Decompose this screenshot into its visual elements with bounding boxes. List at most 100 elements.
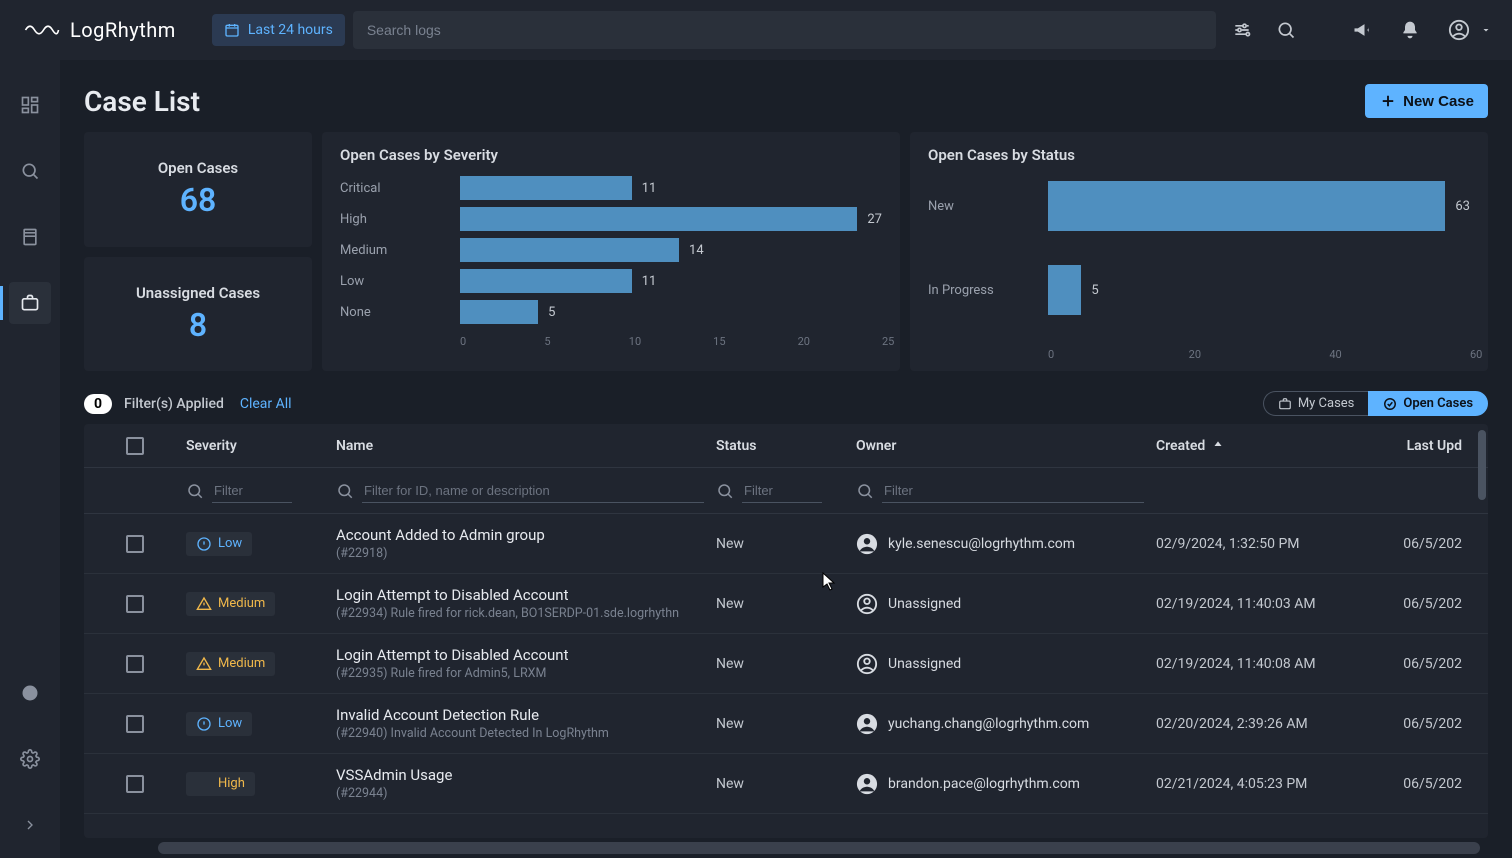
row-checkbox[interactable] — [126, 595, 144, 613]
case-name: VSSAdmin Usage — [336, 766, 704, 784]
case-subtitle: (#22940) Invalid Account Detected In Log… — [336, 726, 704, 741]
case-last-updated: 06/5/202 — [1354, 716, 1474, 732]
chart-value: 5 — [548, 305, 555, 320]
chart-bar[interactable] — [1048, 181, 1445, 231]
chart-value: 11 — [642, 181, 657, 196]
case-owner: yuchang.chang@logrhythm.com — [844, 713, 1144, 735]
case-status: New — [704, 536, 844, 552]
case-created: 02/9/2024, 1:32:50 PM — [1144, 536, 1354, 552]
table-row[interactable]: Medium Login Attempt to Disabled Account… — [84, 574, 1488, 634]
case-name: Login Attempt to Disabled Account — [336, 586, 704, 604]
left-nav — [0, 60, 60, 858]
chart-bar[interactable] — [460, 176, 632, 200]
chart-value: 14 — [689, 243, 704, 258]
nav-search[interactable] — [9, 150, 51, 192]
col-status[interactable]: Status — [704, 438, 844, 454]
table-row[interactable]: Low Account Added to Admin group (#22918… — [84, 514, 1488, 574]
search-icon[interactable] — [856, 482, 874, 500]
status-filter-input[interactable] — [742, 479, 822, 503]
row-checkbox[interactable] — [126, 775, 144, 793]
chart-bar[interactable] — [460, 300, 538, 324]
nav-dashboard[interactable] — [9, 84, 51, 126]
open-cases-toggle[interactable]: Open Cases — [1368, 391, 1488, 416]
severity-pill: Medium — [186, 652, 275, 676]
search-icon[interactable] — [716, 482, 734, 500]
chart-category: Critical — [340, 181, 460, 196]
status-chart: Open Cases by Status New 63 In Progress … — [910, 132, 1488, 371]
col-owner[interactable]: Owner — [844, 438, 1144, 454]
select-all-checkbox[interactable] — [126, 437, 144, 455]
case-owner: brandon.pace@logrhythm.com — [844, 773, 1144, 795]
severity-filter-input[interactable] — [212, 479, 292, 503]
col-name[interactable]: Name — [324, 438, 704, 454]
case-subtitle: (#22934) Rule fired for rick.dean, BO1SE… — [336, 606, 704, 621]
name-filter-input[interactable] — [362, 479, 704, 503]
col-created[interactable]: Created — [1144, 438, 1354, 454]
table-header: Severity Name Status Owner Created Last … — [84, 424, 1488, 468]
case-last-updated: 06/5/202 — [1354, 536, 1474, 552]
open-cases-card[interactable]: Open Cases 68 — [84, 132, 312, 247]
log-search-input[interactable] — [353, 11, 1216, 49]
chart-bar[interactable] — [460, 269, 632, 293]
search-icon[interactable] — [336, 482, 354, 500]
time-range-selector[interactable]: Last 24 hours — [212, 14, 345, 46]
new-case-button[interactable]: New Case — [1365, 84, 1488, 118]
case-created: 02/21/2024, 4:05:23 PM — [1144, 776, 1354, 792]
horizontal-scrollbar[interactable] — [158, 842, 1480, 854]
chevron-down-icon — [1480, 24, 1492, 36]
case-owner: kyle.senescu@logrhythm.com — [844, 533, 1144, 555]
logo: LogRhythm — [24, 18, 176, 42]
plus-icon — [1379, 92, 1397, 110]
row-checkbox[interactable] — [126, 715, 144, 733]
my-cases-toggle[interactable]: My Cases — [1263, 391, 1369, 416]
chart-value: 5 — [1091, 283, 1098, 298]
case-status: New — [704, 596, 844, 612]
case-last-updated: 06/5/202 — [1354, 776, 1474, 792]
nav-collapse[interactable] — [9, 804, 51, 846]
table-row[interactable]: High VSSAdmin Usage (#22944) New brandon… — [84, 754, 1488, 814]
chart-bar[interactable] — [460, 238, 679, 262]
sliders-icon[interactable] — [1232, 20, 1252, 40]
case-owner: Unassigned — [844, 593, 1144, 615]
case-name: Account Added to Admin group — [336, 526, 704, 544]
page-title: Case List — [84, 85, 200, 118]
case-status: New — [704, 656, 844, 672]
bell-icon[interactable] — [1400, 20, 1420, 40]
col-severity[interactable]: Severity — [174, 438, 324, 454]
col-last-updated[interactable]: Last Upd — [1354, 438, 1474, 454]
nav-help[interactable] — [9, 672, 51, 714]
chart-category: New — [928, 199, 1048, 214]
chart-category: None — [340, 305, 460, 320]
chart-value: 63 — [1455, 199, 1470, 214]
owner-filter-input[interactable] — [882, 479, 1144, 503]
table-row[interactable]: Low Invalid Account Detection Rule (#229… — [84, 694, 1488, 754]
table-filter-row — [84, 468, 1488, 514]
case-last-updated: 06/5/202 — [1354, 596, 1474, 612]
case-name: Invalid Account Detection Rule — [336, 706, 704, 724]
chart-bar[interactable] — [1048, 265, 1081, 315]
row-checkbox[interactable] — [126, 655, 144, 673]
announcement-icon[interactable] — [1352, 20, 1372, 40]
severity-pill: High — [186, 772, 255, 796]
filter-count: 0 — [84, 394, 112, 414]
table-row[interactable]: Medium Login Attempt to Disabled Account… — [84, 634, 1488, 694]
chart-category: Medium — [340, 243, 460, 258]
case-status: New — [704, 716, 844, 732]
nav-settings[interactable] — [9, 738, 51, 780]
unassigned-cases-card[interactable]: Unassigned Cases 8 — [84, 257, 312, 372]
chart-value: 27 — [867, 212, 882, 227]
clear-all-filters[interactable]: Clear All — [240, 396, 292, 412]
main-content: Case List New Case Open Cases 68 Unassig… — [60, 60, 1512, 858]
user-menu[interactable] — [1448, 19, 1492, 41]
filters-applied-label: Filter(s) Applied — [124, 396, 224, 412]
nav-library[interactable] — [9, 216, 51, 258]
brand-text: LogRhythm — [70, 18, 176, 42]
vertical-scrollbar[interactable] — [1478, 430, 1486, 500]
search-icon[interactable] — [186, 482, 204, 500]
search-icon[interactable] — [1276, 20, 1296, 40]
nav-cases[interactable] — [9, 282, 51, 324]
row-checkbox[interactable] — [126, 535, 144, 553]
case-table: Severity Name Status Owner Created Last … — [84, 424, 1488, 838]
case-name: Login Attempt to Disabled Account — [336, 646, 704, 664]
chart-bar[interactable] — [460, 207, 857, 231]
